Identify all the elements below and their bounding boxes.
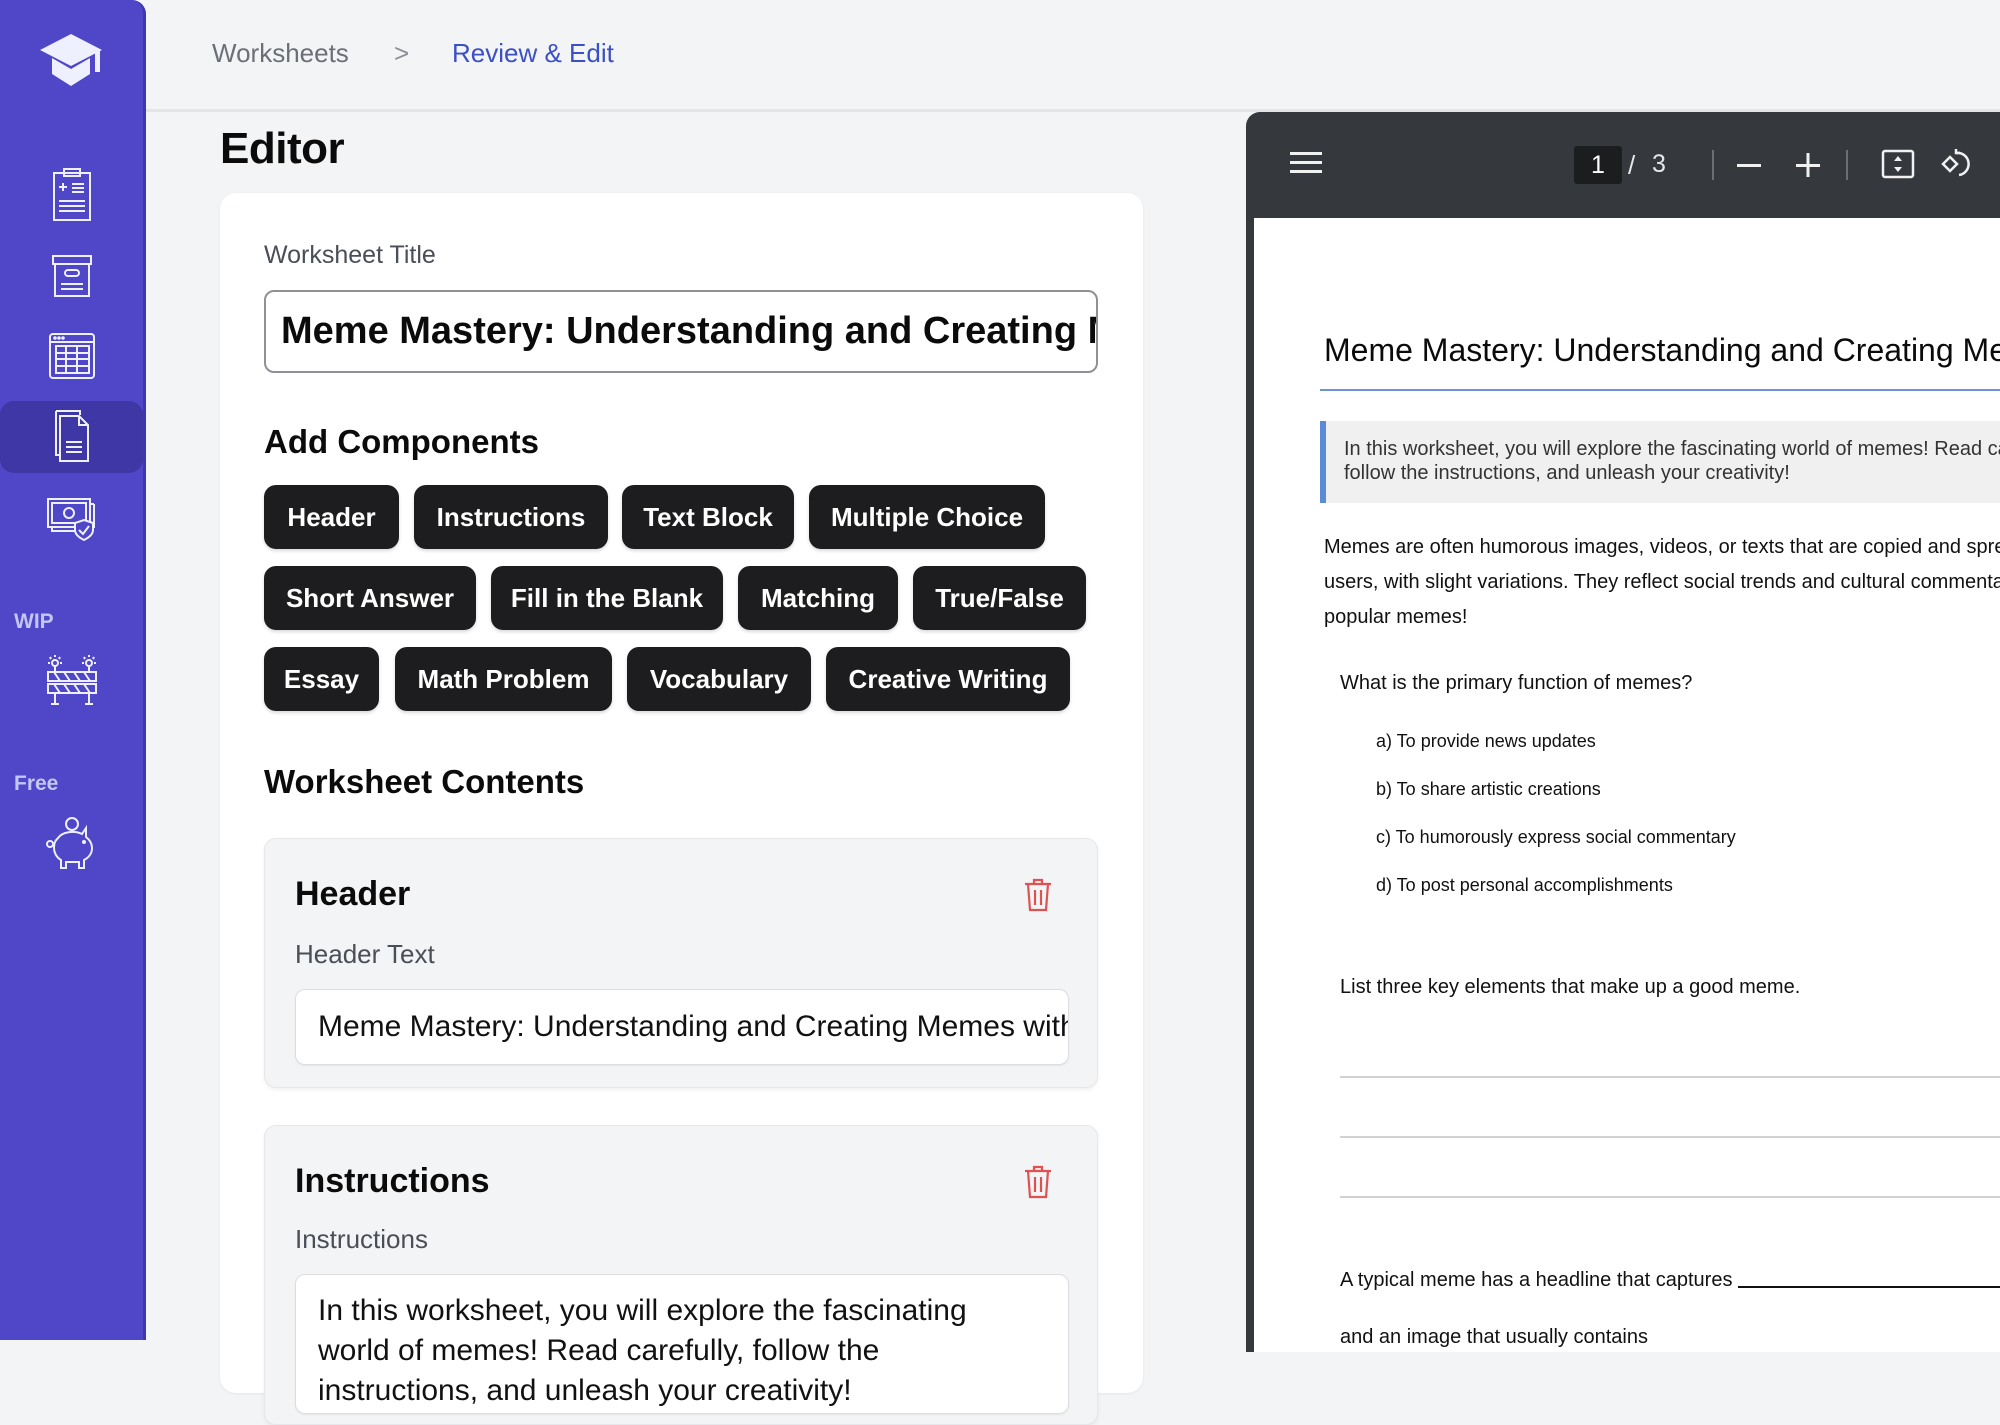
mc-option: d) To post personal accomplishments <box>1376 875 1673 895</box>
paragraph-line: Memes are often humorous images, videos,… <box>1324 536 2000 558</box>
add-vocabulary-button[interactable]: Vocabulary <box>627 647 811 711</box>
instructions-callout: In this worksheet, you will explore the … <box>1320 421 2000 503</box>
money-shield-icon <box>46 498 95 542</box>
sidebar-item-wip[interactable] <box>0 644 143 716</box>
add-fill-in-the-blank-button[interactable]: Fill in the Blank <box>491 566 723 630</box>
sidebar-section-label-free: Free <box>14 772 59 795</box>
title-rule <box>1320 389 2000 391</box>
add-creative-writing-button[interactable]: Creative Writing <box>826 647 1070 711</box>
clipboard-add-icon <box>52 168 91 221</box>
worksheet-title-input[interactable]: Meme Mastery: Understanding and Creating… <box>264 290 1098 373</box>
short-answer-question: List three key elements that make up a g… <box>1340 976 1801 998</box>
page-total: 3 <box>1652 150 1666 178</box>
page-title: Editor <box>220 124 345 173</box>
trash-icon[interactable] <box>1023 1164 1053 1200</box>
add-essay-button[interactable]: Essay <box>264 647 379 711</box>
instructions-block: Instructions Instructions In this worksh… <box>264 1125 1098 1425</box>
mc-option: b) To share artistic creations <box>1376 779 1601 799</box>
worksheet-title-label: Worksheet Title <box>264 241 436 269</box>
fill-blank-text: A typical meme has a headline that captu… <box>1340 1269 1733 1291</box>
documents-icon <box>54 410 89 462</box>
worksheet-contents-heading: Worksheet Contents <box>264 763 585 800</box>
add-header-button[interactable]: Header <box>264 485 399 549</box>
answer-line <box>1340 1136 2000 1138</box>
top-bar <box>146 0 2000 112</box>
fill-in-blank-question: A typical meme has a headline that captu… <box>1340 1269 2000 1292</box>
fit-page-icon[interactable] <box>1881 149 1915 184</box>
add-true-false-button[interactable]: True/False <box>913 566 1086 630</box>
add-instructions-button[interactable]: Instructions <box>414 485 608 549</box>
header-block-title: Header <box>295 875 411 913</box>
construction-barrier-icon <box>46 655 97 705</box>
text-block: Memes are often humorous images, videos,… <box>1324 530 2000 635</box>
toolbar-divider <box>1846 150 1848 180</box>
archive-box-icon <box>51 255 92 297</box>
sidebar: WIP Free <box>0 0 146 1340</box>
add-multiple-choice-button[interactable]: Multiple Choice <box>809 485 1045 549</box>
blank-line <box>1738 1286 2000 1288</box>
add-matching-button[interactable]: Matching <box>738 566 898 630</box>
page-separator: / <box>1628 150 1636 180</box>
instructions-line: follow the instructions, and unleash you… <box>1344 462 1790 484</box>
header-text-input[interactable]: Meme Mastery: Understanding and Creating… <box>295 989 1069 1065</box>
answer-line <box>1340 1076 2000 1078</box>
instructions-label: Instructions <box>295 1224 428 1254</box>
pdf-page: Meme Mastery: Understanding and Creating… <box>1254 218 2000 1352</box>
add-text-block-button[interactable]: Text Block <box>622 485 794 549</box>
instructions-line: In this worksheet, you will explore the … <box>1344 438 2000 460</box>
sidebar-item-billing[interactable] <box>0 482 143 554</box>
pdf-viewer: 1 / 3 Meme Mastery: Understanding and Cr… <box>1246 112 2000 1352</box>
rotate-icon[interactable] <box>1940 147 1974 186</box>
header-block: Header Header Text Meme Mastery: Underst… <box>264 838 1098 1088</box>
breadcrumb-review-edit[interactable]: Review & Edit <box>452 38 614 69</box>
sidebar-item-worksheets[interactable] <box>0 401 143 473</box>
editor-card: Worksheet Title Meme Mastery: Understand… <box>220 193 1143 1425</box>
answer-line <box>1340 1196 2000 1198</box>
fill-in-blank-continuation: and an image that usually contains <box>1340 1326 1648 1348</box>
toolbar-divider <box>1712 150 1714 180</box>
paragraph-line: users, with slight variations. They refl… <box>1324 571 2000 593</box>
add-short-answer-button[interactable]: Short Answer <box>264 566 476 630</box>
header-text-label: Header Text <box>295 939 435 969</box>
add-components-heading: Add Components <box>264 423 539 460</box>
sidebar-section-label-wip: WIP <box>14 610 54 633</box>
pdf-toolbar: 1 / 3 <box>1246 112 2000 218</box>
instructions-textarea[interactable]: In this worksheet, you will explore the … <box>295 1274 1069 1414</box>
breadcrumb-separator: > <box>394 38 410 68</box>
page-number-input[interactable]: 1 <box>1574 146 1622 184</box>
zoom-in-icon[interactable] <box>1795 152 1821 183</box>
sidebar-item-free[interactable] <box>0 808 143 880</box>
sidebar-item-create[interactable] <box>0 159 143 231</box>
breadcrumb-worksheets[interactable]: Worksheets <box>212 38 349 69</box>
trash-icon[interactable] <box>1023 877 1053 913</box>
sidebar-item-archive[interactable] <box>0 240 143 312</box>
add-math-problem-button[interactable]: Math Problem <box>395 647 612 711</box>
zoom-out-icon[interactable] <box>1736 152 1762 183</box>
piggy-bank-icon <box>45 817 93 869</box>
mc-option: a) To provide news updates <box>1376 731 1596 751</box>
multiple-choice-question: What is the primary function of memes? <box>1340 672 1693 694</box>
instructions-text: In this worksheet, you will explore the … <box>1344 437 2000 485</box>
mc-option: c) To humorously express social commenta… <box>1376 827 1736 847</box>
menu-icon[interactable] <box>1290 150 1322 181</box>
graduation-cap-icon[interactable] <box>38 32 104 88</box>
table-icon <box>48 333 95 379</box>
paragraph-line: popular memes! <box>1324 606 1468 628</box>
sidebar-item-table[interactable] <box>0 320 143 392</box>
instructions-block-title: Instructions <box>295 1162 490 1200</box>
document-title: Meme Mastery: Understanding and Creating… <box>1324 332 2000 368</box>
